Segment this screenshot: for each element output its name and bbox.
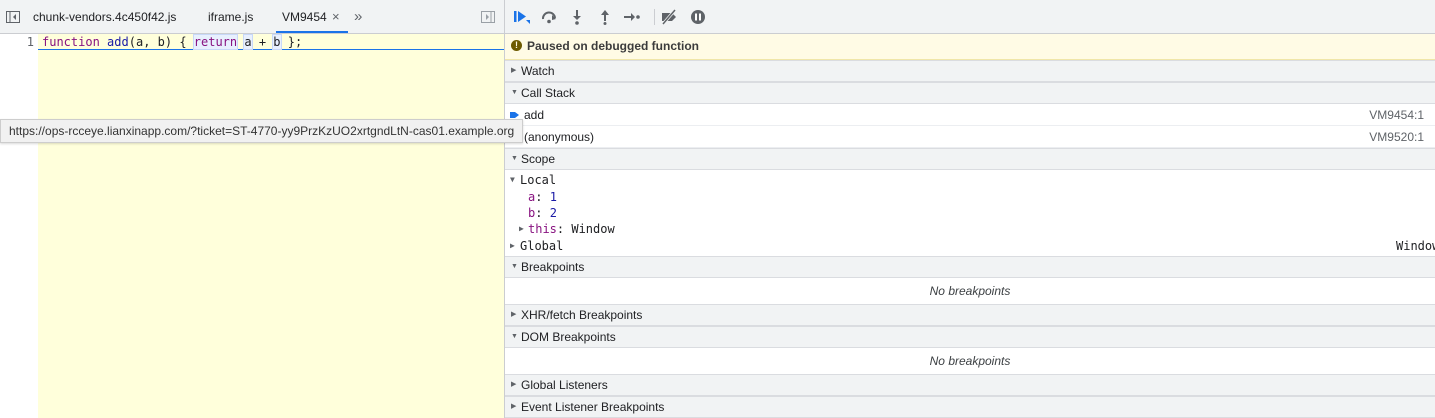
step-out-icon	[601, 10, 609, 25]
scope-var-b[interactable]: b: 2	[505, 205, 1435, 221]
section-title: Call Stack	[521, 86, 576, 100]
call-frame-anonymous[interactable]: (anonymous) VM9520:1	[505, 126, 1435, 148]
param: b	[157, 35, 165, 49]
section-event-listener-breakpoints[interactable]: ▶ Event Listener Breakpoints	[505, 396, 1435, 418]
editor-pane: chunk-vendors.4c450f42.js iframe.js VM94…	[0, 0, 505, 418]
current-frame-arrow-icon	[510, 112, 519, 118]
section-title: XHR/fetch Breakpoints	[521, 308, 643, 322]
section-call-stack[interactable]: ▼ Call Stack	[505, 82, 1435, 104]
var-value: 2	[549, 206, 557, 220]
paused-banner: ! Paused on debugged function	[505, 34, 1435, 60]
step-into-button[interactable]	[568, 9, 586, 25]
section-breakpoints[interactable]: ▼ Breakpoints	[505, 256, 1435, 278]
collapse-arrow-icon: ▼	[511, 263, 518, 270]
punct: (	[128, 35, 136, 49]
debugger-toolbar	[505, 0, 1435, 34]
expand-arrow-icon: ▶	[511, 311, 517, 318]
var-name: this	[528, 222, 557, 236]
url-tooltip: https://ops-rcceye.lianxinapp.com/?ticke…	[0, 119, 524, 143]
scope-label: Global	[520, 239, 564, 253]
sidebar-toggle-icon	[6, 11, 20, 23]
frame-name: (anonymous)	[524, 130, 595, 144]
section-title: Event Listener Breakpoints	[521, 400, 665, 414]
section-xhr-breakpoints[interactable]: ▶ XHR/fetch Breakpoints	[505, 304, 1435, 326]
execution-highlight: return	[192, 34, 239, 50]
code-editor[interactable]: function add(a, b) { return a + b };	[38, 34, 504, 418]
step-icon	[624, 13, 640, 21]
frame-location[interactable]: VM9520:1	[1369, 126, 1424, 148]
expand-arrow-icon: ▶	[510, 241, 515, 250]
pause-exceptions-icon	[691, 10, 705, 24]
deactivate-breakpoints-icon	[661, 9, 677, 25]
close-tab-icon[interactable]: ×	[332, 0, 340, 34]
expand-arrow-icon: ▶	[519, 224, 524, 233]
punct: ) {	[164, 35, 194, 49]
expr: a	[243, 34, 253, 50]
section-title: Watch	[521, 64, 555, 78]
resume-button[interactable]	[513, 9, 531, 25]
tab-iframe-js[interactable]: iframe.js	[208, 0, 253, 33]
function-name: add	[107, 35, 129, 49]
scope-local[interactable]: ▼ Local	[505, 172, 1435, 188]
section-dom-breakpoints[interactable]: ▼ DOM Breakpoints	[505, 326, 1435, 348]
pause-on-exceptions-button[interactable]	[689, 9, 707, 25]
line-number[interactable]: 1	[27, 35, 34, 49]
frame-name: add	[524, 108, 545, 122]
frame-location[interactable]: VM9454:1	[1369, 104, 1424, 126]
deactivate-breakpoints-button[interactable]	[660, 9, 678, 25]
step-out-button[interactable]	[596, 9, 614, 25]
toggle-debugger-button[interactable]	[480, 9, 496, 25]
expr: b	[272, 34, 282, 50]
keyword: function	[42, 35, 100, 49]
step-into-icon	[573, 10, 581, 25]
collapse-arrow-icon: ▼	[511, 89, 518, 96]
toggle-navigator-button[interactable]	[5, 9, 21, 25]
scope-var-this[interactable]: ▶ this: Window	[505, 221, 1435, 237]
scope-label: Local	[520, 173, 557, 187]
no-dom-breakpoints-message: No breakpoints	[929, 354, 1011, 368]
scope-value: Window	[1396, 239, 1435, 253]
expand-arrow-icon: ▶	[511, 67, 517, 74]
collapse-arrow-icon: ▼	[511, 155, 518, 162]
collapse-arrow-icon: ▼	[510, 175, 515, 184]
step-button[interactable]	[623, 9, 641, 25]
info-icon: !	[511, 40, 522, 51]
no-breakpoints-message: No breakpoints	[929, 284, 1011, 298]
punct: ,	[143, 35, 158, 49]
var-name: a	[528, 190, 536, 204]
debugger-sidebar: ! Paused on debugged function ▶ Watch ▼ …	[505, 0, 1435, 418]
resume-icon	[514, 11, 530, 24]
step-over-button[interactable]	[540, 9, 558, 25]
section-scope[interactable]: ▼ Scope	[505, 148, 1435, 170]
step-over-icon	[542, 11, 556, 24]
toolbar-separator	[654, 9, 655, 25]
editor-tab-bar: chunk-vendors.4c450f42.js iframe.js VM94…	[0, 0, 504, 34]
var-value: 1	[549, 190, 557, 204]
expand-arrow-icon: ▶	[511, 381, 517, 388]
collapse-arrow-icon: ▼	[511, 333, 518, 340]
tab-chunk-vendors[interactable]: chunk-vendors.4c450f42.js	[33, 0, 176, 33]
section-title: Global Listeners	[521, 378, 608, 392]
paused-message: Paused on debugged function	[527, 39, 699, 53]
section-title: DOM Breakpoints	[521, 330, 616, 344]
section-title: Scope	[521, 152, 556, 166]
punct: };	[280, 35, 303, 49]
section-global-listeners[interactable]: ▶ Global Listeners	[505, 374, 1435, 396]
expand-arrow-icon: ▶	[511, 403, 517, 410]
operator: +	[251, 35, 274, 49]
sidebar-toggle-right-icon	[481, 11, 495, 23]
line-gutter[interactable]: 1	[0, 34, 38, 418]
scope-var-a[interactable]: a: 1	[505, 189, 1435, 205]
scope-global[interactable]: ▶ Global Window	[505, 238, 1435, 254]
var-name: b	[528, 206, 536, 220]
section-watch[interactable]: ▶ Watch	[505, 60, 1435, 82]
tab-label: VM9454	[282, 10, 327, 24]
section-title: Breakpoints	[521, 260, 585, 274]
call-frame-add[interactable]: add VM9454:1	[505, 104, 1435, 126]
code-line[interactable]: function add(a, b) { return a + b };	[38, 34, 504, 50]
more-tabs-icon[interactable]: »	[354, 0, 362, 34]
var-value: Window	[571, 222, 615, 236]
